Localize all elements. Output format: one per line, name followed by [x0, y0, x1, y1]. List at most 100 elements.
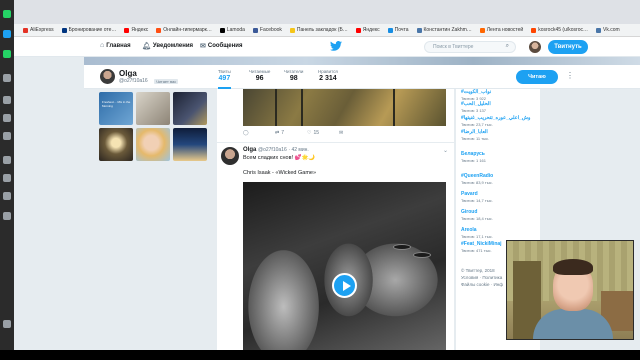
bookmark-item[interactable]: Онлайн-гипермарк… — [153, 27, 215, 33]
camera-icon[interactable] — [3, 132, 11, 140]
bookmark-label: Лента новостей — [486, 27, 524, 33]
previous-tweet-image[interactable] — [243, 89, 446, 126]
search-placeholder: Поиск в Твиттере — [433, 44, 474, 50]
whatsapp-icon[interactable] — [3, 10, 11, 18]
history-icon[interactable] — [3, 114, 11, 122]
arrow-icon[interactable] — [3, 74, 11, 82]
trend-item[interactable]: Pavard Твитов: 14,7 тыс. — [461, 191, 537, 203]
tweet-divider — [217, 142, 454, 143]
message-icon[interactable]: ✉ — [339, 130, 343, 136]
settings-icon[interactable] — [3, 212, 11, 220]
bookmark-favicon-icon — [219, 27, 225, 33]
bookmark-favicon-icon — [387, 27, 393, 33]
stat-likes[interactable]: Нравится 2 314 — [318, 69, 338, 82]
media-gallery: Freshest… Mix in the Morning — [99, 92, 207, 162]
menu-icon[interactable] — [3, 320, 11, 328]
bookmark-favicon-icon — [61, 27, 67, 33]
feed-icon[interactable] — [3, 192, 11, 200]
stat-tweets[interactable]: Твиты 497 — [218, 69, 231, 89]
tweet-author[interactable]: Olga @o27f10a16 · 42 мин. — [243, 147, 309, 153]
trend-item[interactable]: #العابا_الرضا Твитов: 11 тыс. — [461, 129, 537, 141]
profile-name[interactable]: Olga — [119, 69, 137, 78]
tweet-button[interactable]: Твитнуть — [548, 40, 588, 54]
profile-banner — [84, 57, 640, 65]
bookmark-label: Vk.com — [602, 27, 620, 33]
stat-following[interactable]: Читаемые 96 — [249, 69, 270, 82]
bookmark-item[interactable]: kosrock45 (u/kosroc… — [528, 27, 591, 33]
bookmark-label: Почта — [394, 27, 409, 33]
search-icon[interactable] — [3, 96, 11, 104]
whatsapp-icon[interactable] — [3, 50, 11, 58]
reply-icon[interactable]: ◯ — [243, 130, 249, 136]
tweet-song: Chris Isaak - «Wicked Game» — [243, 170, 317, 176]
like-action[interactable]: ♡ 15 — [307, 130, 319, 136]
bookmarks-bar: AliExpress Бронирование оте… Яндекс Онлайн-… — [14, 24, 640, 37]
app-sidebar — [0, 0, 14, 360]
bookmark-item[interactable]: Лента новостей — [477, 27, 526, 33]
tweet-video[interactable] — [243, 182, 446, 360]
bookmark-item[interactable]: Почта — [385, 27, 412, 33]
nav-notifications[interactable]: 🔔︎ Уведомления — [142, 42, 193, 50]
media-thumb[interactable] — [136, 128, 170, 161]
trend-name: Areola — [461, 227, 477, 233]
tweet-actions: ◯ ⇄ 7 ♡ 15 ✉ — [243, 130, 443, 140]
bookmark-favicon-icon — [416, 27, 422, 33]
bookmark-label: Lamoda — [226, 27, 245, 33]
trend-name: Giroud — [461, 209, 478, 215]
more-options-icon[interactable]: ⋮ — [566, 71, 574, 80]
trend-item[interactable]: Areola Твитов: 17,1 тыс. — [461, 227, 537, 239]
bookmark-item[interactable]: AliExpress — [20, 27, 57, 33]
trend-count: Твитов: 18,4 тыс. — [461, 216, 493, 221]
trend-item[interactable]: #QueenRadio Твитов: 83,9 тыс. — [461, 173, 537, 185]
tweet-author-handle: @o27f10a16 — [258, 147, 287, 153]
profile-handle: @o27f10a16 — [119, 78, 148, 84]
media-thumb[interactable] — [99, 128, 133, 161]
following-button[interactable]: Читаю — [516, 70, 558, 84]
retweet-action[interactable]: ⇄ 7 — [275, 130, 284, 136]
bookmark-item[interactable]: Facebook — [250, 27, 285, 33]
media-thumb[interactable] — [173, 92, 207, 125]
play-button[interactable] — [332, 273, 357, 298]
media-thumb[interactable]: Freshest… Mix in the Morning — [99, 92, 133, 125]
footer-line[interactable]: Файлы cookie · Инф — [461, 281, 509, 288]
media-thumb[interactable] — [136, 92, 170, 125]
bookmark-item[interactable]: Яндекс — [353, 27, 383, 33]
trend-name: #العابا_الرضا — [461, 129, 488, 135]
grid-icon[interactable] — [3, 156, 11, 164]
chevron-down-icon[interactable]: ⌄ — [443, 147, 448, 154]
bookmark-item[interactable]: Vk.com — [593, 27, 623, 33]
profile-avatar[interactable] — [100, 69, 115, 84]
trend-item[interactable]: Беларусь Твитов: 1 161 — [461, 151, 537, 163]
webcam-overlay — [506, 240, 634, 340]
nav-home[interactable]: ⌂ Главная — [100, 42, 131, 49]
stat-followers[interactable]: Читатели 98 — [284, 69, 303, 82]
footer-line[interactable]: © Твиттер, 2018 — [461, 267, 509, 274]
trend-count: Твитов: 83,9 тыс. — [461, 180, 493, 185]
search-input[interactable]: Поиск в Твиттере ⌕ — [424, 41, 516, 53]
bookmark-item[interactable]: Яндекс — [121, 27, 151, 33]
trend-count: Твитов: 1 161 — [461, 158, 486, 163]
telegram-icon[interactable] — [3, 30, 11, 38]
bookmark-item[interactable]: Бронирование оте… — [59, 27, 120, 33]
bookmark-label: kosrock45 (u/kosroc… — [538, 27, 588, 33]
trend-item[interactable]: #وش_اعلي_عوره_تتحريب_غنيتها Твитов: 23,7 … — [461, 115, 537, 127]
search-icon[interactable]: ⌕ — [506, 43, 509, 50]
media-thumb-caption: Freshest… Mix in the Morning — [102, 100, 131, 108]
trend-item[interactable]: #نواب_الكويت Твитов: 3 922 — [461, 89, 537, 101]
media-thumb[interactable] — [173, 128, 207, 161]
bookmark-item[interactable]: Lamoda — [217, 27, 248, 33]
footer-line[interactable]: Условия · Политика — [461, 274, 509, 281]
twitter-bird-icon[interactable] — [330, 41, 342, 51]
trend-item[interactable]: #الحليل_الحب Твитов: 3 137 — [461, 101, 537, 113]
bookmark-item[interactable]: Константин Zakhm… — [414, 27, 475, 33]
nav-messages[interactable]: ✉ Сообщения — [200, 42, 242, 50]
tweet-time[interactable]: · 42 мин. — [288, 147, 308, 153]
user-avatar[interactable] — [529, 41, 541, 53]
bookmark-item[interactable]: Панель закладок (Б… — [287, 27, 351, 33]
video-detail — [393, 244, 411, 250]
trend-name: #وش_اعلي_عوره_تتحريب_غنيتها — [461, 115, 531, 121]
tweet-avatar[interactable] — [221, 147, 239, 165]
heart-icon[interactable] — [3, 174, 11, 182]
trend-name: #نواب_الكويت — [461, 89, 492, 95]
trend-item[interactable]: Giroud Твитов: 18,4 тыс. — [461, 209, 537, 221]
